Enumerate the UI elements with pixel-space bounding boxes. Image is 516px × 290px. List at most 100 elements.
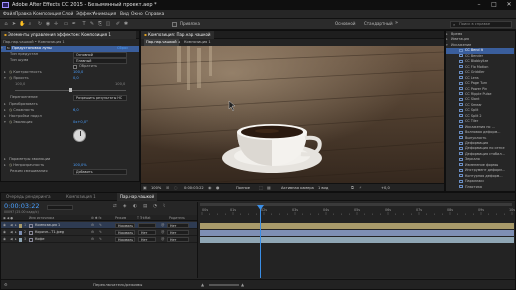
layer-mode-dropdown[interactable]: Нормаль [115, 236, 135, 243]
layer-name[interactable]: Коричн...Т1.jpeg [35, 229, 64, 236]
pick-whip-icon[interactable]: @ [161, 229, 164, 236]
eraser-tool-icon[interactable]: ◫ [105, 21, 111, 27]
view-layout-dropdown[interactable]: 1 вид [318, 184, 328, 192]
blend-mode-dropdown[interactable]: Добавить [73, 169, 127, 175]
motion-blur-icon[interactable]: ◔ [153, 204, 157, 209]
time-ruler[interactable]: 00s 01s 02s 03s 04s 05s 06s 07s 08s 09s 10s [197, 202, 515, 215]
close-button[interactable]: ✕ [502, 0, 516, 10]
snapshot-icon[interactable]: ◉ [208, 184, 212, 192]
menu-animation[interactable]: Анимация [93, 10, 116, 19]
audio-icon[interactable]: ◀ [10, 222, 13, 229]
contrast-value[interactable]: 100,0 [73, 70, 83, 76]
overflow-dropdown[interactable]: Разрешить результаты НС [73, 95, 127, 101]
menu-window[interactable]: Окно [131, 10, 143, 19]
selection-tool-icon[interactable]: ➤ [11, 21, 17, 27]
minimize-button[interactable]: – [472, 0, 486, 10]
layer-switches-icon[interactable]: ⚙ [4, 280, 8, 290]
safe-zones-icon[interactable]: ⊞ [166, 184, 169, 192]
time-zoom-slider[interactable] [209, 284, 239, 286]
layer-switch-icon[interactable]: ⚙ [91, 222, 94, 229]
layer-label-color[interactable] [19, 237, 22, 242]
layer-bar-1[interactable] [200, 222, 514, 229]
layer-label-color[interactable] [19, 223, 22, 228]
preset-type-dropdown[interactable]: Основной [73, 52, 127, 58]
layer-mode-dropdown[interactable]: Нормаль [115, 229, 135, 236]
fast-previews-icon[interactable]: ⚡ [359, 184, 362, 192]
eye-visibility-icon[interactable]: ◉ [3, 222, 6, 229]
layer-fx-icon[interactable]: ✎ [99, 229, 102, 236]
mask-visibility-icon[interactable]: ◌ [174, 184, 178, 192]
menu-edit[interactable]: Правка [15, 10, 32, 19]
layer-row[interactable]: ◉ ◀ ▸ 2 Коричн...Т1.jpeg ⚙ ✎ Нормаль Нет @ Нет [1, 229, 197, 236]
rectangle-tool-icon[interactable]: ▭ [63, 21, 69, 27]
shy-layers-icon[interactable]: ◐ [133, 204, 137, 209]
tab-cup-steam-timeline[interactable]: Пар.нар.чашкой [117, 193, 158, 201]
tab-effect-controls[interactable]: ▪ Элементы управления эффектом: Композиц… [1, 31, 136, 39]
comp-mini-flowchart-icon[interactable]: ⇄ [113, 204, 117, 209]
roto-brush-tool-icon[interactable]: ✐ [115, 21, 121, 27]
pick-whip-icon[interactable]: @ [161, 222, 164, 229]
home-icon[interactable]: ⌂ [3, 21, 9, 27]
timeline-search-input[interactable] [47, 205, 73, 210]
expand-arrow-icon[interactable]: ▸ [15, 222, 17, 229]
stopwatch-icon[interactable]: ◷ [9, 70, 12, 74]
workspace-tab-standard[interactable]: Стандартный [364, 19, 393, 29]
invert-checkbox[interactable] [73, 65, 77, 69]
brightness-slider-thumb[interactable] [69, 88, 72, 92]
column-parent[interactable]: Родитель [169, 215, 185, 221]
layer-row[interactable]: ◉ ◀ ▸ 3 Кофе ⚙ ✎ Нормаль Нет @ Нет [1, 236, 197, 243]
exposure-value[interactable]: +0,0 [381, 184, 390, 192]
always-preview-icon[interactable]: ▣ [143, 184, 147, 192]
toggle-switches-modes[interactable]: Переключатель/режимы [93, 280, 142, 290]
column-mode[interactable]: Режим [115, 215, 126, 221]
draft-3d-icon[interactable]: ◈ [123, 204, 126, 209]
layer-fx-icon[interactable]: ✎ [99, 236, 102, 243]
brush-tool-icon[interactable]: ✎ [89, 21, 95, 27]
pen-tool-icon[interactable]: ✒ [71, 21, 77, 27]
toggle-pixel-aspect-icon[interactable]: ⧉ [351, 184, 354, 192]
menu-view[interactable]: Вид [120, 10, 129, 19]
graph-editor-icon[interactable]: ⌇ [163, 204, 165, 209]
column-source-name[interactable]: Имя источника [29, 215, 54, 221]
stopwatch-icon[interactable]: ◷ [9, 76, 12, 80]
layer-trkmat-dropdown[interactable]: Нет [138, 236, 156, 243]
composition-canvas[interactable] [141, 46, 444, 183]
tab-render-queue[interactable]: Очередь рендеринга [3, 193, 54, 201]
zoom-in-icon[interactable]: ▲ [241, 280, 244, 290]
layer-row[interactable]: ◉ ◀ ▸ 1 Композиция 1 ⚙ ✎ Нормаль @ Нет [1, 222, 197, 229]
stopwatch-icon[interactable]: ◷ [9, 163, 12, 167]
noise-type-dropdown[interactable]: Плавный [73, 58, 127, 64]
workspace-menu-icon[interactable]: » [395, 20, 398, 26]
help-search-input[interactable]: ⌕ Поиск в справке [450, 21, 512, 28]
pick-whip-icon[interactable]: @ [161, 236, 164, 243]
rotate-tool-icon[interactable]: ↻ [37, 21, 43, 27]
evolution-value[interactable]: 0x+0,0° [73, 120, 88, 126]
menu-effect[interactable]: Эффект [76, 10, 95, 19]
puppet-pin-tool-icon[interactable]: ✱ [123, 21, 129, 27]
camera-tool-icon[interactable]: ◉ [45, 21, 51, 27]
current-time-indicator[interactable] [260, 205, 261, 278]
zoom-tool-icon[interactable]: ⌕ [27, 21, 33, 27]
zoom-out-icon[interactable]: ▲ [201, 280, 204, 290]
transparency-grid-icon[interactable]: ▦ [267, 184, 271, 192]
expand-arrow-icon[interactable]: ▸ [15, 236, 17, 243]
workspace-tab-essentials[interactable]: Основной [335, 19, 355, 29]
complexity-value[interactable]: 6,0 [73, 108, 79, 114]
stopwatch-icon[interactable]: ◷ [9, 120, 12, 124]
region-of-interest-icon[interactable]: ⬚ [259, 184, 263, 192]
menu-layer[interactable]: Слой [62, 10, 73, 19]
layer-name[interactable]: Кофе [35, 236, 44, 243]
zoom-level-dropdown[interactable]: 100% [151, 184, 161, 192]
menu-file[interactable]: Файл [3, 10, 15, 19]
layer-label-color[interactable] [19, 230, 22, 235]
pan-behind-tool-icon[interactable]: ✛ [53, 21, 59, 27]
stopwatch-icon[interactable]: ◷ [9, 108, 12, 112]
layer-switch-icon[interactable]: ⚙ [91, 229, 94, 236]
layer-mode-dropdown[interactable]: Нормаль [115, 222, 135, 229]
menu-composition[interactable]: Композиция [33, 10, 61, 19]
opacity-value[interactable]: 100,0% [73, 163, 87, 169]
resolution-dropdown[interactable]: Полное [236, 184, 250, 192]
show-channel-icon[interactable]: ● [216, 184, 220, 192]
subtab-cup-steam[interactable]: Пар.нар.чашкой [144, 39, 179, 46]
audio-icon[interactable]: ◀ [10, 229, 13, 236]
